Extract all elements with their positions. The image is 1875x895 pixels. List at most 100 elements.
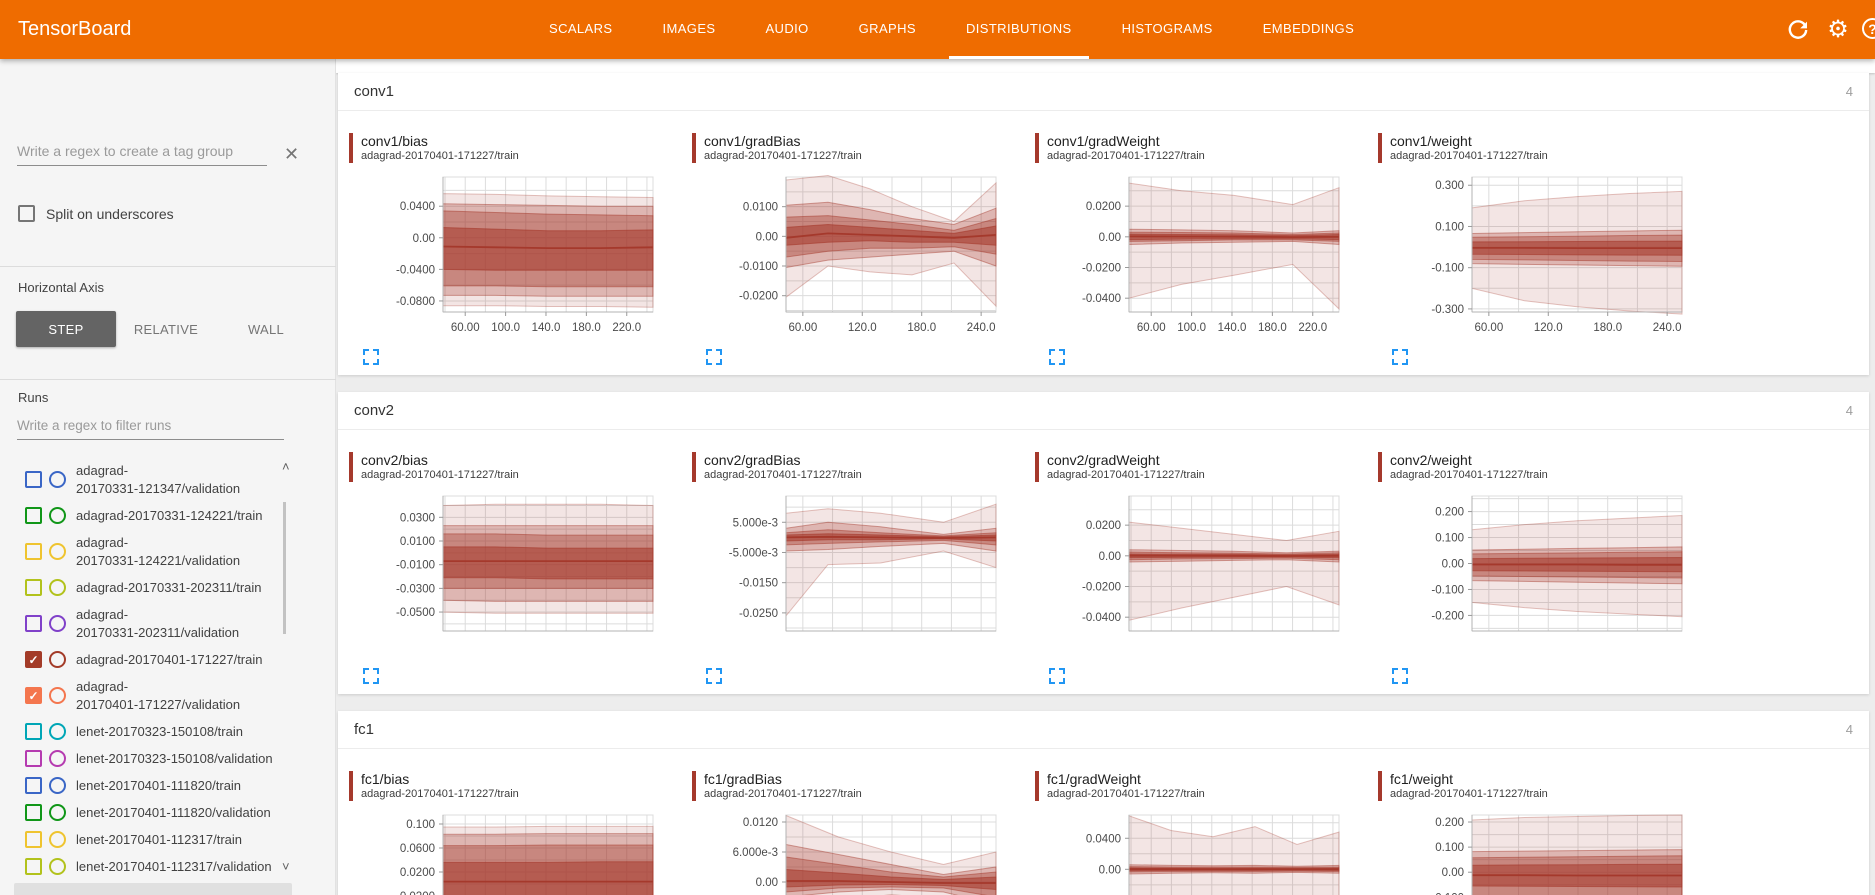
- run-row[interactable]: adagrad-20170331-121347/validation: [25, 457, 310, 502]
- section-header-conv2[interactable]: conv24: [338, 392, 1869, 430]
- split-on-underscores-toggle[interactable]: Split on underscores: [18, 205, 174, 222]
- chevron-up-icon[interactable]: ˄: [282, 459, 290, 474]
- expand-chart-button[interactable]: [706, 668, 722, 684]
- run-radio[interactable]: [49, 858, 66, 875]
- tab-embeddings[interactable]: EMBEDDINGS: [1246, 0, 1371, 59]
- chart-tile: conv1/gradBiasadagrad-20170401-171227/tr…: [690, 133, 1020, 365]
- section-chart-count-badge: 4: [1846, 84, 1853, 99]
- chart-tag-header: conv2/weightadagrad-20170401-171227/trai…: [1378, 452, 1706, 482]
- chart-tag-header: conv1/weightadagrad-20170401-171227/trai…: [1378, 133, 1706, 163]
- run-radio[interactable]: [49, 651, 66, 668]
- run-radio[interactable]: [49, 507, 66, 524]
- svg-text:180.0: 180.0: [1258, 322, 1287, 334]
- divider: [0, 266, 336, 267]
- expand-chart-button[interactable]: [1392, 349, 1408, 365]
- expand-chart-button[interactable]: [1392, 668, 1408, 684]
- expand-chart-button[interactable]: [363, 349, 379, 365]
- tab-images[interactable]: IMAGES: [646, 0, 733, 59]
- run-row[interactable]: lenet-20170401-112317/train: [25, 826, 310, 853]
- section-card-conv1: conv14 conv1/biasadagrad-20170401-171227/…: [338, 73, 1869, 375]
- tab-histograms[interactable]: HISTOGRAMS: [1105, 0, 1230, 59]
- run-radio[interactable]: [49, 750, 66, 767]
- run-radio[interactable]: [49, 543, 66, 560]
- svg-text:0.0300: 0.0300: [400, 512, 435, 524]
- run-radio[interactable]: [49, 804, 66, 821]
- svg-text:0.100: 0.100: [1435, 842, 1464, 854]
- svg-text:0.00: 0.00: [1442, 559, 1464, 571]
- section-header-fc1[interactable]: fc14: [338, 711, 1869, 749]
- run-row[interactable]: lenet-20170401-111820/train: [25, 772, 310, 799]
- run-row[interactable]: lenet-20170323-150108/train: [25, 718, 310, 745]
- expand-chart-button[interactable]: [1049, 668, 1065, 684]
- run-checkbox[interactable]: [25, 723, 42, 740]
- chevron-down-icon[interactable]: ˅: [282, 859, 290, 874]
- run-checkbox[interactable]: [25, 507, 42, 524]
- run-radio[interactable]: [49, 687, 66, 704]
- tag-regex-input[interactable]: [17, 139, 267, 166]
- app-title: TensorBoard: [18, 0, 131, 59]
- axis-button-relative[interactable]: RELATIVE: [116, 311, 216, 347]
- run-checkbox[interactable]: [25, 777, 42, 794]
- svg-text:0.00: 0.00: [413, 233, 435, 245]
- run-radio[interactable]: [49, 615, 66, 632]
- expand-chart-button[interactable]: [706, 349, 722, 365]
- tab-audio[interactable]: AUDIO: [748, 0, 825, 59]
- run-radio[interactable]: [49, 579, 66, 596]
- run-row[interactable]: lenet-20170323-150108/validation: [25, 745, 310, 772]
- expand-chart-button[interactable]: [1049, 349, 1065, 365]
- tab-scalars[interactable]: SCALARS: [532, 0, 630, 59]
- run-checkbox[interactable]: [25, 579, 42, 596]
- chart-tile: conv1/weightadagrad-20170401-171227/trai…: [1376, 133, 1706, 365]
- run-row[interactable]: ✓adagrad-20170401-171227/train: [25, 646, 310, 673]
- expand-chart-button[interactable]: [363, 668, 379, 684]
- svg-text:0.00: 0.00: [1099, 864, 1121, 876]
- run-checkbox[interactable]: [25, 543, 42, 560]
- svg-text:-0.0800: -0.0800: [396, 296, 435, 308]
- run-checkbox[interactable]: [25, 804, 42, 821]
- distribution-chart: 0.01206.000e-30.00-6.000e-360.00120.0180…: [696, 807, 1006, 895]
- run-checkbox[interactable]: [25, 858, 42, 875]
- svg-text:0.00: 0.00: [1442, 867, 1464, 879]
- tab-graphs[interactable]: GRAPHS: [842, 0, 933, 59]
- toggle-all-runs-button[interactable]: TOGGLE ALL RUNS: [14, 883, 292, 895]
- svg-text:0.0200: 0.0200: [1086, 520, 1121, 532]
- checkbox-icon[interactable]: [18, 205, 35, 222]
- run-radio[interactable]: [49, 777, 66, 794]
- axis-button-wall[interactable]: WALL: [216, 311, 316, 347]
- run-row[interactable]: adagrad-20170331-124221/validation: [25, 529, 310, 574]
- help-icon[interactable]: ?: [1862, 18, 1875, 39]
- run-radio[interactable]: [49, 723, 66, 740]
- svg-text:0.00: 0.00: [756, 877, 778, 889]
- runs-regex-input[interactable]: [17, 414, 284, 440]
- svg-text:-0.0500: -0.0500: [396, 607, 435, 619]
- section-header-conv1[interactable]: conv14: [338, 73, 1869, 111]
- run-row[interactable]: adagrad-20170331-202311/train: [25, 574, 310, 601]
- svg-text:-0.0200: -0.0200: [1082, 582, 1121, 594]
- svg-text:-0.300: -0.300: [1431, 304, 1464, 316]
- run-row[interactable]: lenet-20170401-111820/validation: [25, 799, 310, 826]
- close-icon[interactable]: ✕: [284, 144, 299, 165]
- axis-button-step[interactable]: STEP: [16, 311, 116, 347]
- run-row[interactable]: adagrad-20170331-202311/validation: [25, 601, 310, 646]
- chart-tile: conv1/biasadagrad-20170401-171227/train0…: [347, 133, 677, 365]
- run-row[interactable]: ✓adagrad-20170401-171227/validation: [25, 673, 310, 718]
- chart-tag-name: conv2/gradBias: [704, 452, 1020, 468]
- charts-row: fc1/biasadagrad-20170401-171227/train0.1…: [338, 749, 1869, 895]
- run-checkbox[interactable]: [25, 471, 42, 488]
- run-radio[interactable]: [49, 831, 66, 848]
- run-checkbox[interactable]: ✓: [25, 687, 42, 704]
- refresh-icon[interactable]: [1786, 18, 1810, 42]
- chart-run-name: adagrad-20170401-171227/train: [1047, 787, 1363, 801]
- tab-distributions[interactable]: DISTRIBUTIONS: [949, 0, 1089, 59]
- section-chart-count-badge: 4: [1846, 403, 1853, 418]
- runs-scrollbar[interactable]: [283, 502, 286, 634]
- run-radio[interactable]: [49, 471, 66, 488]
- run-checkbox[interactable]: [25, 750, 42, 767]
- gear-icon[interactable]: ⚙: [1826, 18, 1850, 42]
- run-checkbox[interactable]: [25, 831, 42, 848]
- run-checkbox[interactable]: ✓: [25, 651, 42, 668]
- charts-row: conv2/biasadagrad-20170401-171227/train0…: [338, 430, 1869, 694]
- run-row[interactable]: lenet-20170401-112317/validation: [25, 853, 310, 880]
- run-checkbox[interactable]: [25, 615, 42, 632]
- run-row[interactable]: adagrad-20170331-124221/train: [25, 502, 310, 529]
